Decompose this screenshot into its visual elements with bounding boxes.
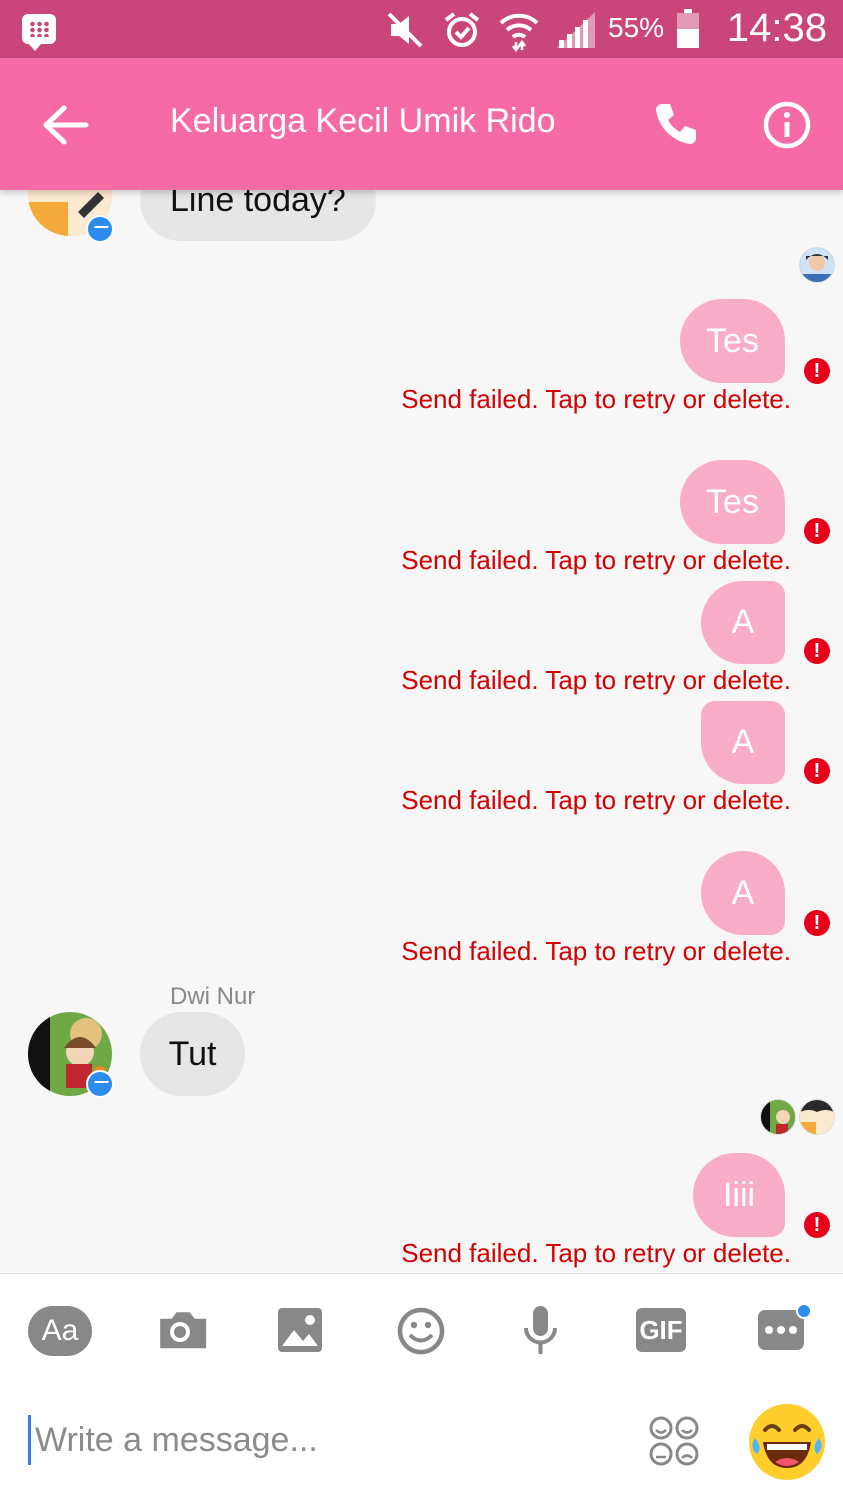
gallery-icon[interactable] [276,1304,340,1358]
incoming-message-bubble[interactable]: Line today? [140,190,376,241]
outgoing-message-bubble[interactable]: Iiii [693,1153,785,1237]
emoji-picker-icon[interactable] [396,1304,460,1358]
messenger-badge-icon [86,1070,114,1098]
send-failed-notice[interactable]: Send failed. Tap to retry or delete. [401,384,791,415]
send-failed-notice[interactable]: Send failed. Tap to retry or delete. [401,545,791,576]
status-bar: 55% 14:38 [0,0,843,58]
outgoing-message-bubble[interactable]: A [701,581,785,664]
send-failed-notice[interactable]: Send failed. Tap to retry or delete. [401,1238,791,1269]
seen-avatar [760,1099,796,1135]
seen-avatar [799,247,835,283]
error-icon: ! [804,910,830,936]
conversation-header: Keluarga Kecil Umik Rido [0,58,843,190]
microphone-icon[interactable] [516,1304,580,1358]
error-icon: ! [804,758,830,784]
send-failed-notice[interactable]: Send failed. Tap to retry or delete. [401,665,791,696]
mute-icon [387,12,423,48]
battery-percent: 55% [608,12,665,43]
composer-bar: Aa GIF [0,1273,843,1499]
message-input[interactable] [28,1415,635,1465]
battery-icon [677,9,699,48]
stickers-icon[interactable] [648,1415,700,1467]
error-icon: ! [804,358,830,384]
incoming-message-bubble[interactable]: Tut [140,1012,245,1096]
phone-call-icon[interactable] [650,100,700,150]
clock: 14:38 [726,6,827,50]
send-failed-notice[interactable]: Send failed. Tap to retry or delete. [401,936,791,967]
error-icon: ! [804,1212,830,1238]
text-format-button[interactable]: Aa [28,1306,92,1356]
send-failed-notice[interactable]: Send failed. Tap to retry or delete. [401,785,791,816]
back-arrow-icon[interactable] [40,103,90,147]
outgoing-message-bubble[interactable]: Tes [680,299,785,383]
error-icon: ! [804,518,830,544]
messenger-badge-icon [86,215,114,243]
alarm-icon [444,12,480,47]
more-options-icon[interactable] [756,1304,820,1358]
message-list[interactable]: Line today? Tes ! Send failed. Tap to re… [0,190,843,1273]
info-icon[interactable] [762,100,812,150]
outgoing-message-bubble[interactable]: A [701,701,785,784]
outgoing-message-bubble[interactable]: A [701,851,785,935]
conversation-title[interactable]: Keluarga Kecil Umik Rido [170,102,556,141]
bbm-notification-icon [22,14,56,51]
outgoing-message-bubble[interactable]: Tes [680,460,785,544]
seen-avatar [799,1099,835,1135]
camera-icon[interactable] [154,1304,218,1358]
sender-name: Dwi Nur [170,983,256,1010]
error-icon: ! [804,638,830,664]
laughing-emoji-icon[interactable] [749,1404,825,1480]
signal-icon [557,12,595,48]
gif-button[interactable]: GIF [636,1308,686,1352]
wifi-icon [499,13,539,52]
